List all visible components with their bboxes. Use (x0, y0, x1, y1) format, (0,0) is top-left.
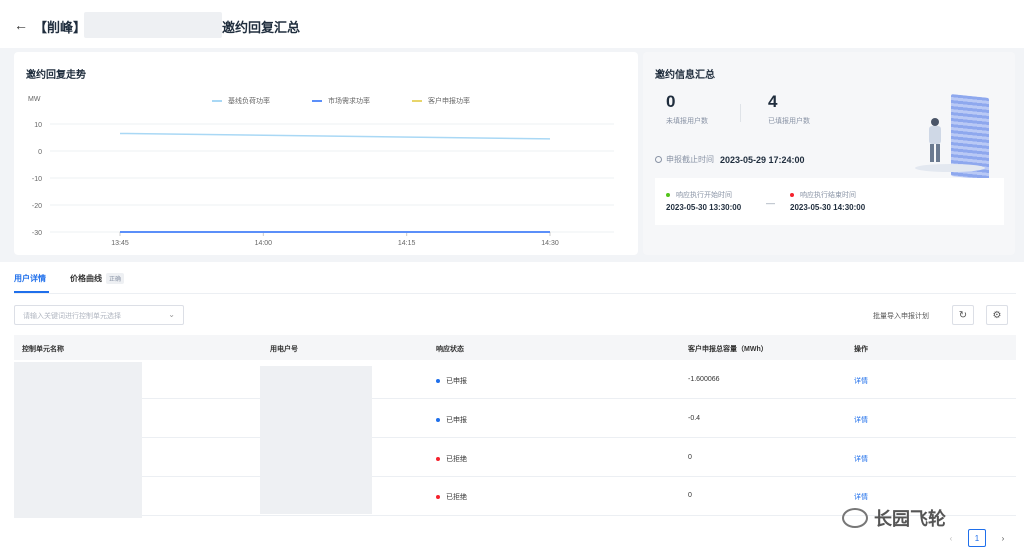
page-title: 邀约回复汇总 (222, 20, 301, 35)
capacity-cell: 0 (688, 454, 692, 461)
th-action: 操作 (854, 346, 868, 353)
status-text: 已拒绝 (446, 456, 467, 463)
deadline-value: 2023-05-29 17:24:00 (720, 154, 805, 165)
start-time-label-row: 响应执行开始时间 (666, 190, 732, 200)
chart-y-unit: MW (28, 96, 41, 103)
th-account-no: 用电户号 (270, 346, 298, 353)
x-tick-label: 14:15 (398, 240, 416, 247)
legend-baseline-line-icon (212, 100, 222, 102)
legend-customer-line-icon (412, 100, 422, 102)
legend-market-demand[interactable]: 市场需求功率 (312, 96, 370, 106)
capacity-cell: -1.600066 (688, 376, 720, 383)
status-dot-icon (436, 495, 440, 499)
table-row-status: 已拒绝 (436, 454, 467, 464)
table-row-status: 已申报 (436, 415, 467, 425)
watermark: 长园飞轮 (842, 505, 946, 531)
chevron-down-icon: ⌄ (168, 310, 175, 319)
tab-price-curve[interactable]: 价格曲线 正确 (70, 273, 125, 284)
y-tick-label: 0 (38, 149, 42, 156)
pagination-next-button[interactable]: › (994, 529, 1012, 547)
end-time-label: 响应执行结束时间 (800, 192, 856, 199)
batch-import-button[interactable]: 批量导入申报计划 (873, 311, 929, 321)
detail-link[interactable]: 详情 (854, 376, 868, 386)
th-declared-capacity: 客户申报总容量（MWh） (688, 346, 768, 353)
x-tick-label: 14:00 (255, 240, 273, 247)
end-dot-icon (790, 193, 794, 197)
pagination-prev-button[interactable]: ‹ (942, 529, 960, 547)
settings-button[interactable]: ⚙ (986, 305, 1008, 325)
clock-icon (655, 156, 662, 163)
status-text: 已申报 (446, 378, 467, 385)
y-tick-label: -10 (32, 176, 42, 183)
start-dot-icon (666, 193, 670, 197)
refresh-icon: ↻ (958, 309, 968, 321)
legend-customer-label: 客户申报功率 (428, 98, 470, 105)
capacity-cell: -0.4 (688, 415, 701, 422)
presenter-illustration-icon (915, 94, 995, 184)
tab-divider (14, 293, 1016, 294)
summary-card-title: 邀约信息汇总 (655, 70, 715, 81)
end-time-value: 2023-05-30 14:30:00 (790, 203, 866, 212)
series-line-0 (119, 132, 551, 140)
gear-icon: ⚙ (992, 309, 1002, 321)
x-tick-label: 13:45 (111, 240, 129, 247)
legend-baseline-label: 基线负荷功率 (228, 98, 270, 105)
start-time-label: 响应执行开始时间 (676, 192, 732, 199)
detail-link[interactable]: 详情 (854, 415, 868, 425)
table-row-status: 已拒绝 (436, 492, 467, 502)
pagination-page-1[interactable]: 1 (968, 529, 986, 547)
active-tab-indicator (14, 291, 49, 293)
legend-market-label: 市场需求功率 (328, 98, 370, 105)
redacted-unit-names (14, 362, 142, 518)
control-unit-search-select[interactable]: 请输入关键词进行控制单元选择 ⌄ (14, 305, 184, 325)
unreplied-label: 未填报用户数 (666, 118, 708, 125)
th-control-unit: 控制单元名称 (22, 346, 64, 353)
deadline-label: 申报截止时间 (666, 155, 714, 164)
detail-link[interactable]: 详情 (854, 454, 868, 464)
refresh-button[interactable]: ↻ (952, 305, 974, 325)
end-time-label-row: 响应执行结束时间 (790, 190, 856, 200)
tab-price-badge: 正确 (106, 273, 125, 284)
watermark-text: 长园飞轮 (874, 509, 946, 529)
table-row-status: 已申报 (436, 376, 467, 386)
chart-card-title: 邀约回复走势 (26, 70, 86, 81)
y-tick-label: 10 (34, 122, 42, 129)
execution-time-box (655, 178, 1004, 225)
status-text: 已申报 (446, 417, 467, 424)
row-divider (14, 476, 1016, 477)
legend-market-line-icon (312, 100, 322, 102)
tab-price-curve-label: 价格曲线 (70, 274, 102, 283)
redacted-title-mask (84, 12, 222, 38)
back-arrow-icon[interactable]: ← (14, 17, 28, 33)
replied-count: 4 (768, 92, 778, 111)
status-text: 已拒绝 (446, 494, 467, 501)
page-title-prefix: 【削峰】 (34, 20, 87, 35)
th-response-status: 响应状态 (436, 346, 464, 353)
reply-trend-chart: 10 0 -10 -20 -30 13:45 14:00 14:15 14:30 (32, 122, 614, 247)
x-tick-label: 14:30 (541, 240, 559, 247)
row-divider (14, 398, 1016, 399)
capacity-cell: 0 (688, 492, 692, 499)
stat-divider (740, 104, 741, 122)
unreplied-count: 0 (666, 92, 676, 111)
detail-link[interactable]: 详情 (854, 492, 868, 502)
tab-user-detail[interactable]: 用户详情 (14, 273, 46, 284)
status-dot-icon (436, 418, 440, 422)
range-separator: — (766, 198, 775, 208)
row-divider (14, 437, 1016, 438)
legend-customer-declared[interactable]: 客户申报功率 (412, 96, 470, 106)
y-tick-label: -20 (32, 203, 42, 210)
search-placeholder: 请输入关键词进行控制单元选择 (23, 313, 121, 320)
y-tick-label: -30 (32, 230, 42, 237)
status-dot-icon (436, 379, 440, 383)
replied-label: 已填报用户数 (768, 118, 810, 125)
redacted-account-numbers (260, 366, 372, 514)
legend-baseline[interactable]: 基线负荷功率 (212, 96, 270, 106)
status-dot-icon (436, 457, 440, 461)
start-time-value: 2023-05-30 13:30:00 (666, 203, 742, 212)
deadline-row: 申报截止时间 2023-05-29 17:24:00 (655, 154, 805, 165)
wechat-icon (842, 508, 868, 528)
